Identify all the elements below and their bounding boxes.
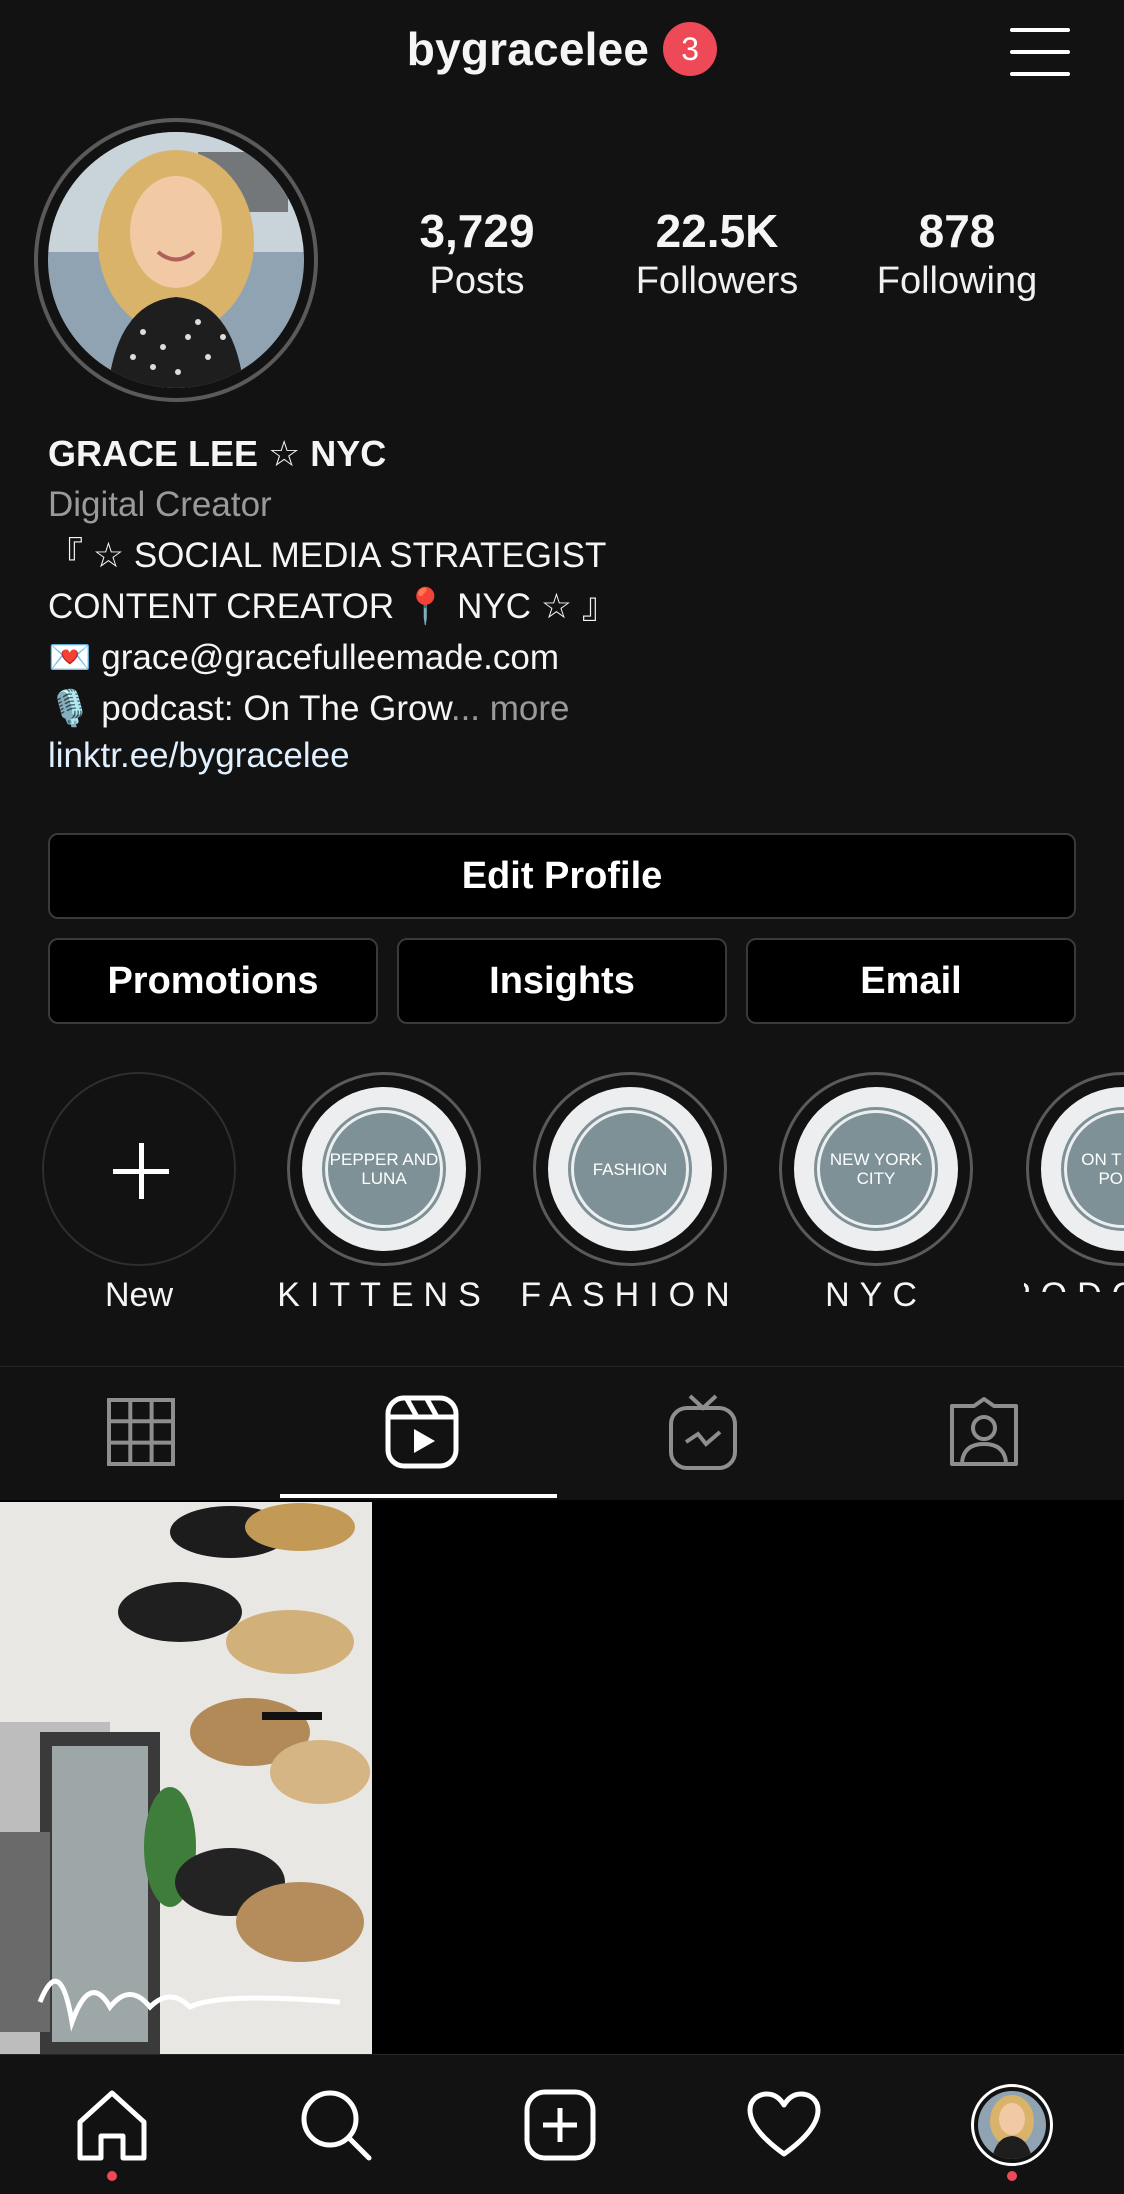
home-icon (77, 2090, 147, 2160)
nav-search[interactable] (224, 2055, 448, 2194)
new-highlight-button[interactable] (42, 1072, 236, 1266)
podcast-text: 🎙️ podcast: On The Grow (48, 689, 451, 728)
highlight-label-podcast: PODC (1024, 1276, 1124, 1292)
reel-thumbnail[interactable] (0, 1502, 372, 2054)
bio-line-2: CONTENT CREATOR 📍 NYC ☆ 』 (48, 587, 617, 626)
search-icon (301, 2090, 372, 2160)
highlight-podcast[interactable]: ON T GRO PODC (1026, 1072, 1124, 1266)
nav-profile[interactable] (900, 2055, 1124, 2194)
promotions-button[interactable]: Promotions (48, 938, 378, 1024)
profile-content-tabs (0, 1366, 1124, 1497)
bio-website-link[interactable]: linktr.ee/bygracelee (48, 730, 1078, 781)
highlight-podcast-clip: ON T GRO PODC PODC (1024, 1072, 1124, 1292)
nav-home[interactable] (0, 2055, 224, 2194)
followers-count: 22.5K (655, 205, 779, 257)
bio-email-line: 💌 grace@gracefulleemade.com (48, 638, 560, 677)
username-switcher[interactable]: bygracelee 3 (0, 22, 1124, 76)
highlight-cover-fashion: FASHION (571, 1110, 689, 1228)
bio-line-1: 『 ☆ SOCIAL MEDIA STRATEGIST (48, 536, 607, 575)
followers-stat[interactable]: 22.5K Followers (602, 204, 832, 304)
top-header: bygracelee 3 (0, 0, 1124, 110)
highlight-label-kittens: KITTENS (277, 1276, 491, 1314)
notification-badge[interactable]: 3 (663, 22, 718, 76)
nav-activity[interactable] (672, 2055, 896, 2194)
profile-avatar-icon (971, 2083, 1053, 2166)
activity-heart-icon (747, 2091, 821, 2156)
hamburger-menu-icon[interactable] (1008, 24, 1072, 80)
highlight-label-new: New (104, 1276, 174, 1314)
highlight-cover-kittens: PEPPER AND LUNA (325, 1110, 443, 1228)
followers-label: Followers (635, 260, 799, 302)
bottom-navigation (0, 2054, 1124, 2194)
tab-reels[interactable] (281, 1367, 562, 1497)
highlight-fashion[interactable]: FASHION (533, 1072, 727, 1266)
tab-tagged[interactable] (843, 1367, 1124, 1497)
igtv-icon (668, 1394, 737, 1470)
insights-button[interactable]: Insights (397, 938, 727, 1024)
following-label: Following (876, 260, 1038, 302)
profile-notification-dot (1007, 2171, 1017, 2181)
nav-new-post[interactable] (448, 2055, 672, 2194)
highlight-label-nyc: NYC (825, 1276, 927, 1314)
highlight-cover-nyc: NEW YORK CITY (817, 1110, 935, 1228)
plus-icon (113, 1143, 169, 1199)
username-text[interactable]: bygracelee (407, 22, 649, 76)
grid-icon (106, 1398, 175, 1466)
highlight-cover-podcast: ON T GRO PODC (1064, 1110, 1124, 1228)
bio-ellipsis: ... (450, 689, 481, 728)
tab-igtv[interactable] (562, 1367, 843, 1497)
highlight-kittens[interactable]: PEPPER AND LUNA (287, 1072, 481, 1266)
reels-icon (385, 1395, 458, 1469)
edit-profile-button[interactable]: Edit Profile (48, 833, 1076, 919)
bio-podcast-line: 🎙️ podcast: On The Grow... more (48, 683, 1078, 734)
new-post-icon (524, 2089, 596, 2160)
following-stat[interactable]: 878 Following (842, 204, 1072, 304)
posts-count: 3,729 (419, 205, 535, 257)
highlight-label-fashion: FASHION (520, 1276, 740, 1314)
email-button[interactable]: Email (746, 938, 1076, 1024)
home-notification-dot (107, 2171, 117, 2181)
posts-label: Posts (429, 260, 525, 302)
posts-stat[interactable]: 3,729 Posts (362, 204, 592, 304)
display-name: GRACE LEE ☆ NYC (48, 433, 387, 474)
profile-bio: GRACE LEE ☆ NYC Digital Creator 『 ☆ SOCI… (48, 428, 1078, 781)
following-count: 878 (918, 205, 996, 257)
highlight-nyc[interactable]: NEW YORK CITY (779, 1072, 973, 1266)
active-tab-indicator (280, 1494, 557, 1498)
tab-grid[interactable] (0, 1367, 281, 1497)
category-label: Digital Creator (48, 485, 272, 524)
tagged-icon (949, 1397, 1018, 1466)
profile-avatar[interactable] (48, 132, 304, 388)
bio-more-link[interactable]: more (490, 689, 570, 728)
